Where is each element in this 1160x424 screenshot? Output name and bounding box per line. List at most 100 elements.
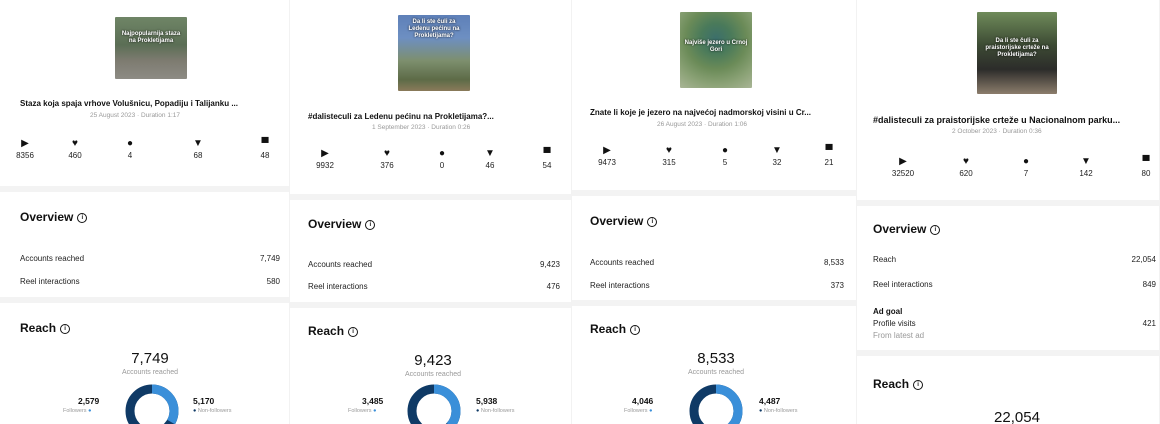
info-icon[interactable]: i	[60, 323, 71, 334]
stat-likes: ♥ 620	[951, 156, 981, 178]
stat-comments: ● 5	[710, 145, 740, 167]
nonfollowers-label: ● Non-followers	[193, 408, 232, 414]
stat-saves: ▀ 48	[250, 138, 280, 160]
reach-donut-chart	[125, 384, 179, 424]
reel-title: Staza koja spaja vrhove Volušnicu, Popad…	[20, 99, 238, 108]
reel-meta: 25 August 2023 · Duration 1:17	[90, 112, 180, 119]
followers-value: 4,046	[632, 396, 654, 406]
reel-interactions-value: 849	[1142, 280, 1156, 289]
nonfollowers-dot: ●	[759, 408, 763, 414]
stat-value: 142	[1079, 169, 1093, 178]
share-icon: ▼	[772, 145, 782, 156]
heart-icon: ♥	[72, 138, 78, 149]
stat-value: 315	[662, 158, 676, 167]
thumbnail-caption: Najpopularnija staza na Prokletijama	[121, 31, 181, 44]
overview-title: Overview i	[590, 214, 658, 228]
reel-thumbnail[interactable]: Da li ste čuli za Ledenu pećinu na Prokl…	[398, 15, 470, 91]
reel-panel-2: Da li ste čuli za Ledenu pećinu na Prokl…	[290, 0, 572, 424]
stat-value: 7	[1023, 169, 1029, 178]
reel-interactions-value: 373	[830, 281, 844, 290]
reach-total-label: Accounts reached	[404, 371, 462, 378]
nonfollowers-value: 5,938	[476, 396, 498, 406]
info-icon[interactable]: i	[913, 379, 924, 390]
info-icon[interactable]: i	[647, 216, 658, 227]
overview-title: Overview i	[873, 222, 941, 236]
section-divider	[857, 200, 1160, 206]
stat-likes: ♥ 460	[60, 138, 90, 160]
section-divider	[0, 297, 290, 303]
stat-saves: ▀ 54	[532, 148, 562, 170]
heart-icon: ♥	[384, 148, 390, 159]
reach-title: Reach i	[873, 377, 924, 391]
followers-dot: ●	[373, 408, 377, 414]
stat-value: 9473	[598, 158, 616, 167]
ad-goal-label: Ad goal	[873, 307, 903, 316]
section-divider	[0, 186, 290, 192]
info-icon[interactable]: i	[348, 326, 359, 337]
overview-title: Overview i	[308, 217, 376, 231]
stat-saves: ▀ 21	[814, 145, 844, 167]
followers-value: 2,579	[78, 396, 100, 406]
reach-total-label: Accounts reached	[121, 369, 179, 376]
section-divider	[572, 190, 857, 196]
reel-interactions-value: 476	[546, 282, 560, 291]
stat-comments: ● 0	[427, 148, 457, 170]
reel-date: 26 August 2023	[657, 121, 703, 128]
reel-interactions-value: 580	[266, 277, 280, 286]
stat-value: 8356	[16, 151, 34, 160]
stat-value: 21	[824, 158, 834, 167]
accounts-reached-label: Accounts reached	[20, 254, 85, 263]
stat-value: 460	[68, 151, 82, 160]
ad-goal-source: From latest ad	[873, 331, 925, 340]
reel-meta: 1 September 2023 · Duration 0:26	[372, 124, 471, 131]
stat-plays: ▶ 9932	[310, 148, 340, 170]
reel-date: 1 September 2023	[372, 124, 426, 131]
stat-value: 32520	[891, 169, 915, 178]
reel-date: 25 August 2023	[90, 112, 136, 119]
stat-value: 376	[380, 161, 394, 170]
section-divider	[290, 302, 572, 308]
reach-total: 8,533	[697, 350, 735, 367]
reel-panel-4: Da li ste čuli za praistorijske crteže n…	[857, 0, 1160, 424]
reel-thumbnail[interactable]: Da li ste čuli za praistorijske crteže n…	[977, 12, 1057, 94]
section-divider	[290, 194, 572, 200]
stat-value: 46	[485, 161, 495, 170]
thumbnail-caption: Da li ste čuli za Ledenu pećinu na Prokl…	[408, 19, 460, 39]
play-icon: ▶	[899, 156, 907, 167]
stat-shares: ▼ 142	[1071, 156, 1101, 178]
followers-value: 3,485	[362, 396, 384, 406]
reel-thumbnail[interactable]: Najviše jezero u Crnoj Gori	[680, 12, 752, 88]
followers-dot: ●	[649, 408, 653, 414]
stat-value: 48	[260, 151, 270, 160]
nonfollowers-value: 5,170	[193, 396, 215, 406]
stat-value: 0	[439, 161, 445, 170]
comment-icon: ●	[721, 145, 729, 156]
bookmark-icon: ▀	[543, 148, 551, 159]
thumbnail-caption: Najviše jezero u Crnoj Gori	[684, 40, 748, 53]
reach-title: Reach i	[20, 321, 71, 335]
reel-thumbnail[interactable]: Najpopularnija staza na Prokletijama	[115, 17, 187, 79]
stat-likes: ♥ 376	[372, 148, 402, 170]
stat-value: 68	[193, 151, 203, 160]
stat-saves: ▀ 80	[1131, 156, 1160, 178]
info-icon[interactable]: i	[77, 212, 88, 223]
stat-shares: ▼ 46	[475, 148, 505, 170]
play-icon: ▶	[321, 148, 329, 159]
stat-comments: ● 4	[115, 138, 145, 160]
heart-icon: ♥	[666, 145, 672, 156]
comment-icon: ●	[126, 138, 134, 149]
accounts-reached-label: Accounts reached	[308, 260, 373, 269]
stat-value: 9932	[316, 161, 334, 170]
reach-total: 22,054	[994, 409, 1040, 424]
comment-icon: ●	[438, 148, 446, 159]
play-icon: ▶	[603, 145, 611, 156]
info-icon[interactable]: i	[630, 324, 641, 335]
info-icon[interactable]: i	[930, 224, 941, 235]
reach-total-label: Accounts reached	[687, 369, 745, 376]
stat-likes: ♥ 315	[654, 145, 684, 167]
stat-value: 4	[127, 151, 133, 160]
reel-title: #dalisteculi za Ledenu pećinu na Proklet…	[308, 112, 494, 121]
reel-meta: 26 August 2023 · Duration 1:06	[657, 121, 747, 128]
info-icon[interactable]: i	[365, 219, 376, 230]
accounts-reached-value: 7,749	[259, 254, 280, 263]
